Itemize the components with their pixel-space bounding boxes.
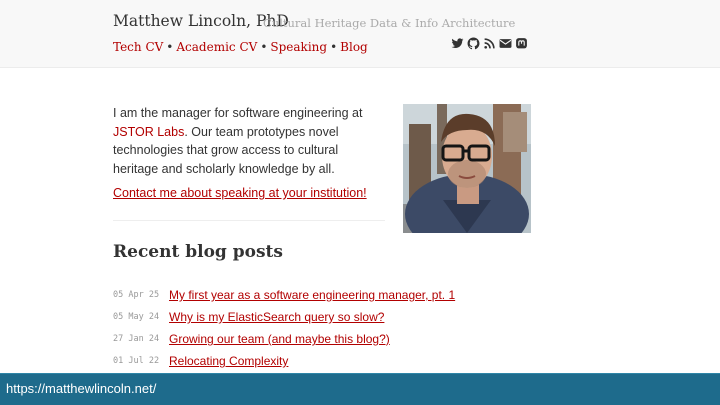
post-date: 27 Jan 24 <box>113 334 160 344</box>
jstor-labs-link[interactable]: JSTOR Labs <box>113 125 184 139</box>
nav-blog[interactable]: Blog <box>340 40 368 54</box>
list-item: 27 Jan 24 Growing our team (and maybe th… <box>113 328 455 350</box>
rss-icon[interactable] <box>483 37 496 50</box>
post-link[interactable]: Why is my ElasticSearch query so slow? <box>169 310 384 324</box>
list-item: 05 May 24 Why is my ElasticSearch query … <box>113 306 455 328</box>
nav-tech-cv[interactable]: Tech CV <box>113 40 163 54</box>
nav-speaking[interactable]: Speaking <box>270 40 327 54</box>
nav-separator: • <box>260 40 268 54</box>
intro-paragraph: I am the manager for software engineerin… <box>113 104 385 178</box>
github-icon[interactable] <box>467 37 480 50</box>
url-status-bar: https://matthewlincoln.net/ <box>0 373 720 405</box>
recent-posts-list: 05 Apr 25 My first year as a software en… <box>113 284 455 372</box>
recent-posts-heading: Recent blog posts <box>113 242 283 262</box>
mastodon-icon[interactable] <box>515 37 528 50</box>
social-links <box>451 37 528 50</box>
post-link[interactable]: My first year as a software engineering … <box>169 288 455 302</box>
email-icon[interactable] <box>499 37 512 50</box>
main-nav: Tech CV • Academic CV • Speaking • Blog <box>113 40 368 54</box>
site-subtitle: Cultural Heritage Data & Info Architectu… <box>263 16 516 30</box>
nav-separator: • <box>330 40 338 54</box>
contact-speaking-link[interactable]: Contact me about speaking at your instit… <box>113 186 367 200</box>
post-link[interactable]: Relocating Complexity <box>169 354 288 368</box>
post-date: 01 Jul 22 <box>113 356 160 366</box>
post-date: 05 May 24 <box>113 312 160 322</box>
nav-separator: • <box>166 40 174 54</box>
post-date: 05 Apr 25 <box>113 290 160 300</box>
divider <box>113 220 385 221</box>
nav-academic-cv[interactable]: Academic CV <box>176 40 257 54</box>
url-label[interactable]: https://matthewlincoln.net/ <box>6 381 156 396</box>
list-item: 01 Jul 22 Relocating Complexity <box>113 350 455 372</box>
site-header: Matthew Lincoln, PhD Cultural Heritage D… <box>0 0 720 68</box>
intro-text: I am the manager for software engineerin… <box>113 106 363 120</box>
list-item: 05 Apr 25 My first year as a software en… <box>113 284 455 306</box>
post-link[interactable]: Growing our team (and maybe this blog?) <box>169 332 390 346</box>
twitter-icon[interactable] <box>451 37 464 50</box>
profile-photo <box>403 104 531 233</box>
